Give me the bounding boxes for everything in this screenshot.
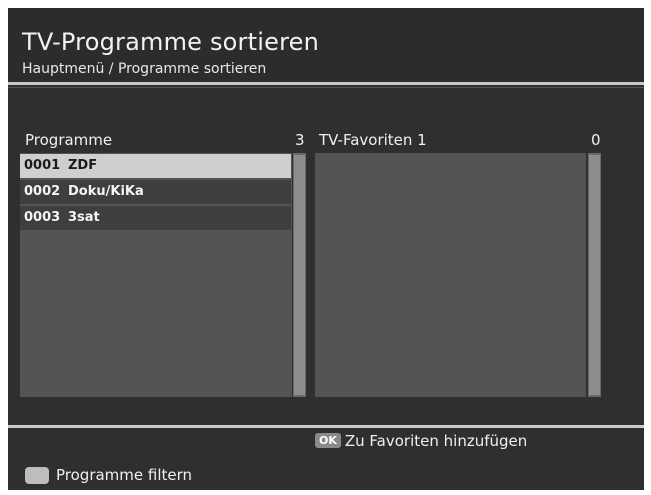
ok-button-icon: OK	[315, 433, 341, 448]
grey-button-icon	[25, 467, 49, 484]
channel-number: 0002	[24, 184, 61, 199]
ok-hint[interactable]: OK Zu Favoriten hinzufügen	[315, 432, 527, 450]
programme-count: 3	[295, 131, 305, 149]
header-divider-shadow	[8, 87, 644, 88]
favorites-count: 0	[591, 131, 601, 149]
channel-number: 0001	[24, 158, 61, 173]
list-item[interactable]: 0001 ZDF	[20, 154, 291, 178]
favorites-list-scroll-thumb[interactable]	[589, 155, 600, 395]
channel-number: 0003	[24, 210, 61, 225]
breadcrumb: Hauptmenü / Programme sortieren	[22, 61, 267, 77]
programme-list[interactable]: 0001 ZDF 0002 Doku/KiKa 0003 3sat	[20, 153, 292, 397]
channel-name: ZDF	[68, 158, 98, 173]
ok-hint-label: Zu Favoriten hinzufügen	[344, 432, 528, 450]
programme-list-label: Programme	[25, 131, 113, 149]
tv-screen: TV-Programme sortieren Hauptmenü / Progr…	[8, 8, 644, 490]
list-item[interactable]: 0002 Doku/KiKa	[20, 180, 291, 204]
favorites-list-label: TV-Favoriten 1	[319, 131, 427, 149]
header: TV-Programme sortieren Hauptmenü / Progr…	[8, 8, 644, 82]
programme-list-scroll-thumb[interactable]	[294, 155, 305, 395]
channel-name: 3sat	[68, 210, 100, 225]
list-item[interactable]: 0003 3sat	[20, 206, 291, 230]
filter-hint[interactable]: Programme filtern	[56, 466, 192, 484]
programme-list-scrollbar[interactable]	[293, 153, 306, 397]
favorites-list[interactable]	[315, 153, 586, 397]
footer-divider	[8, 425, 644, 428]
header-divider	[8, 82, 644, 85]
favorites-list-scrollbar[interactable]	[588, 153, 601, 397]
channel-name: Doku/KiKa	[68, 184, 144, 199]
page-title: TV-Programme sortieren	[22, 28, 319, 56]
